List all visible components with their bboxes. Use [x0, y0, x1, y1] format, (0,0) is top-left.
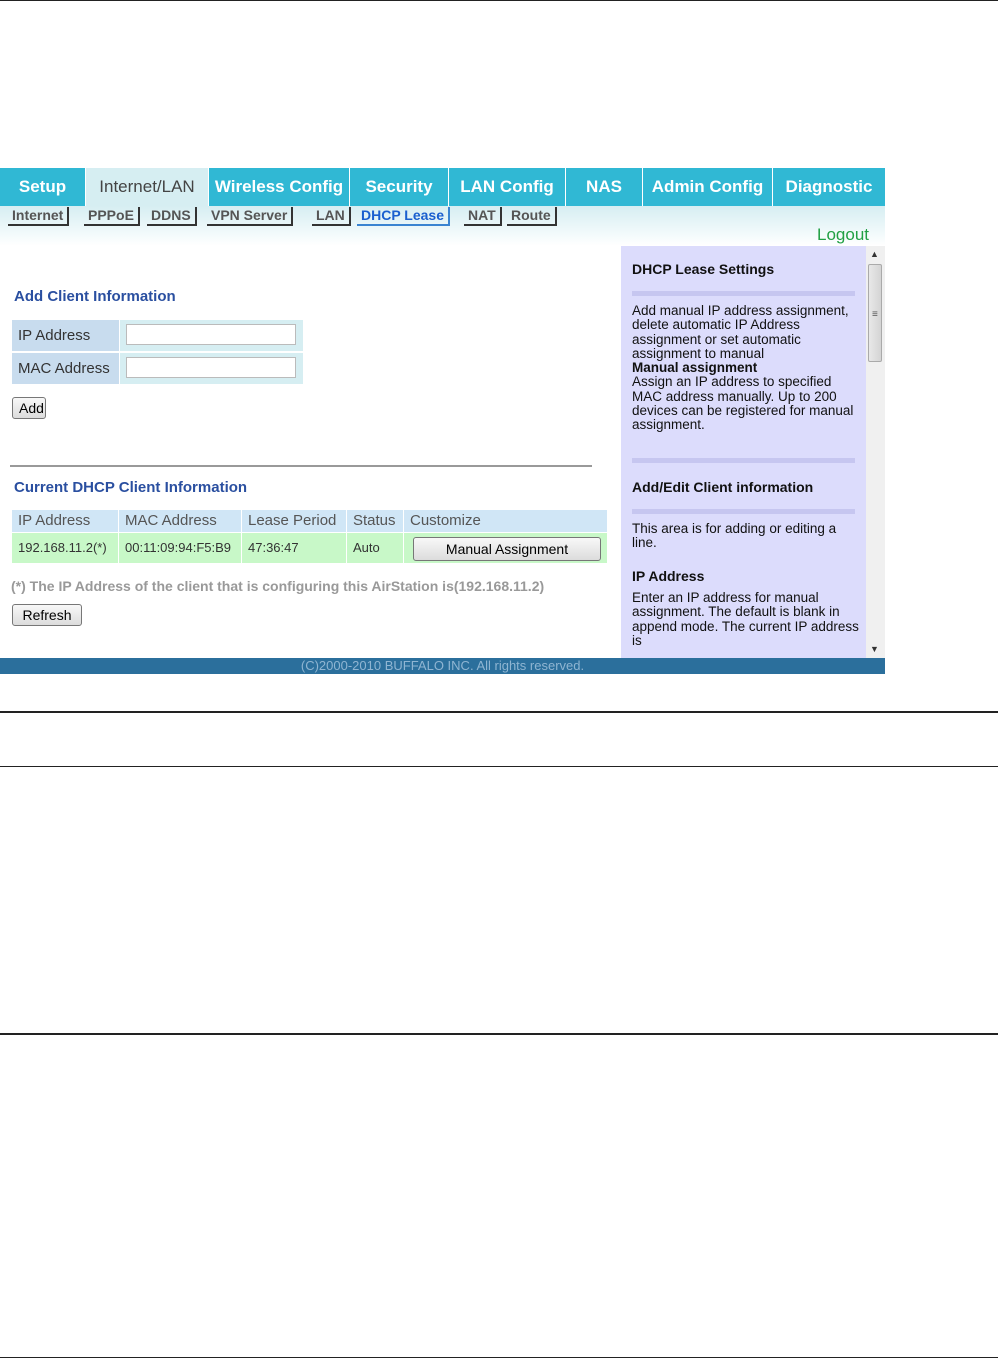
mid-rule-1 [0, 711, 998, 713]
mac-address-input[interactable] [126, 357, 296, 378]
help-separator [632, 509, 855, 514]
help-separator [632, 458, 855, 463]
refresh-button[interactable]: Refresh [12, 604, 82, 626]
tab-admin-config[interactable]: Admin Config [643, 168, 773, 206]
section-divider [10, 465, 592, 467]
ip-address-row: IP Address [12, 320, 303, 351]
scroll-thumb[interactable]: ≡ [868, 264, 882, 362]
router-admin-screenshot: Setup Internet/LAN Wireless Config Secur… [0, 168, 885, 674]
add-button[interactable]: Add [12, 397, 46, 419]
column-header-mac: MAC Address [119, 510, 241, 532]
help-separator [632, 291, 855, 296]
grip-icon: ≡ [872, 309, 878, 320]
help-scrollbar[interactable]: ▲ ≡ ▼ [866, 246, 885, 658]
column-header-status: Status [347, 510, 403, 532]
row-status: Auto [347, 533, 403, 563]
tab-lan-config[interactable]: LAN Config [449, 168, 566, 206]
column-header-lease: Lease Period [242, 510, 346, 532]
sub-nav: Internet PPPoE DDNS VPN Server LAN DHCP … [0, 206, 885, 246]
help-heading-add-edit: Add/Edit Client information [632, 479, 814, 495]
subtab-internet[interactable]: Internet [8, 207, 70, 226]
bottom-rule [0, 1357, 998, 1358]
ip-address-label: IP Address [12, 320, 119, 351]
column-header-customize: Customize [404, 510, 607, 532]
help-panel: DHCP Lease Settings Add manual IP addres… [621, 246, 866, 658]
mac-address-cell [120, 353, 303, 384]
scroll-up-arrow-icon[interactable]: ▲ [870, 249, 879, 259]
help-heading-ip: IP Address [632, 568, 705, 584]
tab-wireless-config[interactable]: Wireless Config [209, 168, 350, 206]
column-header-ip: IP Address [12, 510, 118, 532]
subtab-nat[interactable]: NAT [464, 207, 502, 226]
help-text-intro-body: Add manual IP address assignment, delete… [632, 303, 849, 361]
help-text-manual-bold: Manual assignment [632, 360, 758, 376]
tab-nas[interactable]: NAS [566, 168, 643, 206]
help-heading-dhcp: DHCP Lease Settings [632, 261, 775, 277]
mac-address-row: MAC Address [12, 353, 303, 384]
row-lease: 47:36:47 [242, 533, 346, 563]
add-client-title: Add Client Information [14, 288, 176, 305]
top-rule [0, 0, 998, 1]
manual-assignment-button[interactable]: Manual Assignment [413, 537, 601, 561]
help-text-add-edit: This area is for adding or editing a lin… [632, 521, 837, 551]
tab-setup[interactable]: Setup [0, 168, 86, 206]
tab-diagnostic[interactable]: Diagnostic [773, 168, 885, 206]
subtab-lan[interactable]: LAN [312, 207, 351, 226]
subtab-pppoe[interactable]: PPPoE [84, 207, 140, 226]
ip-address-cell [120, 320, 303, 351]
mid-rule-3 [0, 1033, 998, 1035]
copyright-footer: (C)2000-2010 BUFFALO INC. All rights res… [0, 658, 885, 674]
top-nav: Setup Internet/LAN Wireless Config Secur… [0, 168, 885, 206]
help-text-manual-body: Assign an IP address to specified MAC ad… [632, 374, 854, 433]
help-text-intro: Add manual IP address assignment, delete… [632, 303, 862, 433]
scroll-down-arrow-icon[interactable]: ▼ [870, 644, 879, 654]
subtab-ddns[interactable]: DDNS [147, 207, 197, 226]
subtab-route[interactable]: Route [507, 207, 557, 226]
row-mac: 00:11:09:94:F5:B9 [119, 533, 241, 563]
current-dhcp-title: Current DHCP Client Information [14, 479, 248, 496]
help-text-ip: Enter an IP address for manual assignmen… [632, 590, 859, 648]
logout-link[interactable]: Logout [817, 225, 869, 245]
row-ip: 192.168.11.2(*) [12, 533, 118, 563]
ip-address-input[interactable] [126, 324, 296, 345]
mid-rule-2 [0, 766, 998, 767]
subtab-dhcp-lease[interactable]: DHCP Lease [357, 207, 451, 226]
subtab-vpn-server[interactable]: VPN Server [207, 207, 294, 226]
tab-security[interactable]: Security [350, 168, 449, 206]
tab-internet-lan[interactable]: Internet/LAN [86, 168, 209, 206]
main-content: Add Client Information IP Address MAC Ad… [0, 246, 620, 658]
client-note: (*) The IP Address of the client that is… [11, 578, 545, 594]
mac-address-label: MAC Address [12, 353, 119, 384]
